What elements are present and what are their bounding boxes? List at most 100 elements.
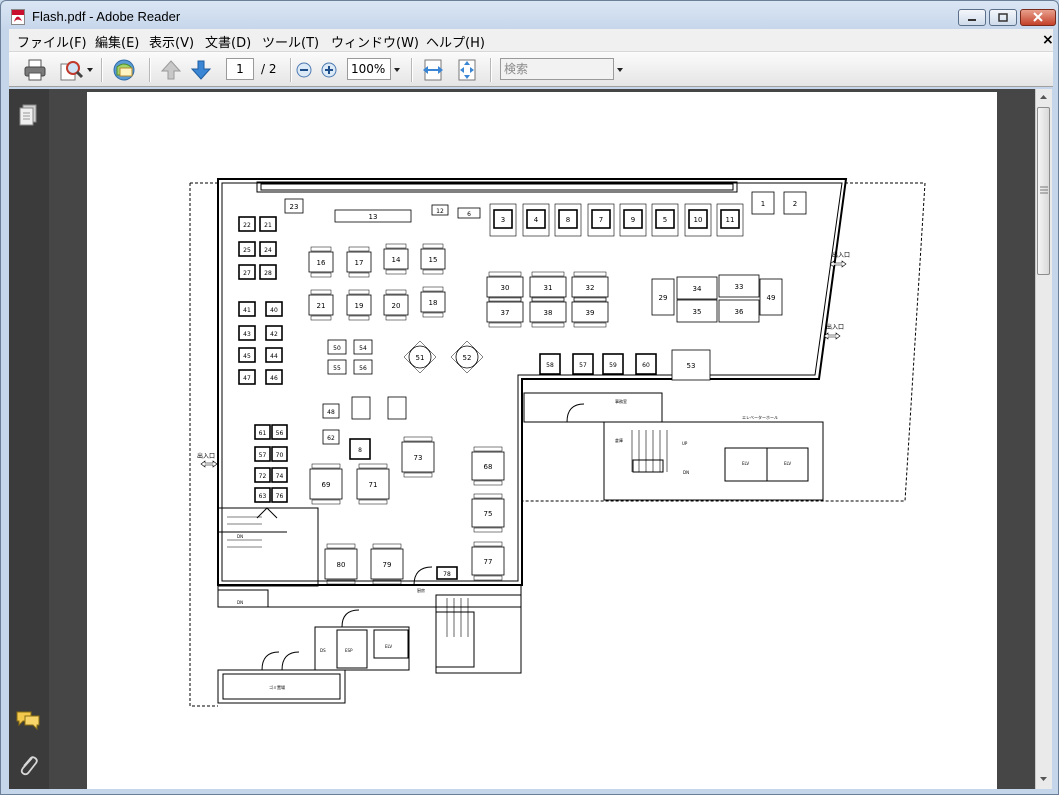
table-number: 63 [259, 493, 267, 500]
chair [326, 543, 356, 549]
menu-help[interactable]: ヘルプ(H) [426, 32, 485, 51]
chair [422, 312, 444, 318]
table-number: 20 [392, 302, 401, 310]
up-label: UP [682, 441, 688, 446]
table-number: 55 [333, 365, 341, 372]
table-number: 22 [243, 222, 251, 229]
minimize-button[interactable] [958, 9, 986, 26]
scroll-down-icon[interactable] [1039, 775, 1048, 783]
table-number: 17 [355, 259, 364, 267]
chair [358, 499, 388, 505]
table-number: 24 [264, 247, 272, 254]
chair [310, 246, 332, 252]
close-button[interactable] [1020, 9, 1056, 26]
chair [348, 246, 370, 252]
search-dropdown-icon[interactable] [617, 68, 623, 72]
next-page-icon[interactable] [189, 58, 213, 82]
pages-icon[interactable] [17, 103, 39, 127]
table-number: 38 [544, 309, 553, 317]
table-number: 5 [663, 216, 667, 224]
table-number: 46 [270, 375, 278, 382]
chair [311, 463, 341, 469]
adobe-pdf-icon [11, 9, 25, 25]
table-number: 72 [259, 473, 267, 480]
table-number: 1 [761, 200, 765, 208]
table-number: 19 [355, 302, 364, 310]
comments-icon[interactable] [15, 709, 41, 731]
title-bar[interactable]: Flash.pdf - Adobe Reader [1, 1, 1058, 31]
page-number-input[interactable]: 1 [226, 58, 254, 80]
grip-icon [1040, 186, 1048, 194]
table-number: 56 [276, 430, 284, 437]
table-number: 31 [544, 284, 553, 292]
table-number: 8 [358, 447, 362, 454]
chair [385, 269, 407, 275]
chair [348, 315, 370, 321]
scroll-thumb[interactable] [1037, 107, 1050, 275]
table-number: 69 [322, 481, 331, 489]
table-number: 53 [687, 362, 696, 370]
table-number: 47 [243, 375, 251, 382]
table-number: 36 [735, 308, 744, 316]
find-icon[interactable] [59, 58, 85, 82]
table-number: 16 [317, 259, 326, 267]
chair [310, 315, 332, 321]
chair [422, 286, 444, 292]
table-number: 21 [317, 302, 326, 310]
table-number: 80 [337, 561, 346, 569]
print-icon[interactable] [23, 58, 47, 82]
table-number: 40 [270, 307, 278, 314]
chair [473, 480, 503, 486]
maximize-button[interactable] [989, 9, 1017, 26]
attachments-icon[interactable] [17, 753, 39, 777]
document-close-button[interactable]: × [1042, 32, 1054, 48]
chair [422, 269, 444, 275]
fit-page-icon[interactable] [455, 58, 479, 82]
chair [422, 243, 444, 249]
menu-bar: ファイル(F) 編集(E) 表示(V) 文書(D) ツール(T) ウィンドウ(W… [9, 29, 1054, 51]
menu-document[interactable]: 文書(D) [205, 32, 251, 51]
menu-view[interactable]: 表示(V) [149, 32, 194, 51]
table-number: 32 [586, 284, 595, 292]
zoom-out-icon[interactable] [295, 61, 313, 79]
zoom-in-icon[interactable] [320, 61, 338, 79]
table-number: 41 [243, 307, 251, 314]
chair [573, 271, 607, 277]
search-input[interactable]: 検索 [500, 58, 614, 80]
table-number: 68 [484, 463, 493, 471]
table-number: 49 [767, 294, 776, 302]
storage-label: 倉庫 [615, 437, 623, 443]
dn-label-3: DN [683, 470, 689, 475]
menu-file[interactable]: ファイル(F) [17, 32, 87, 51]
fit-width-icon[interactable] [421, 58, 445, 82]
dn-label-2: DN [237, 534, 243, 539]
toolbar-separator [101, 58, 103, 82]
chair [573, 297, 607, 303]
chair [310, 272, 332, 278]
menu-window[interactable]: ウィンドウ(W) [331, 32, 419, 51]
find-dropdown-icon[interactable] [87, 68, 93, 72]
table-number: 35 [693, 308, 702, 316]
table-number: 52 [463, 354, 472, 362]
zoom-input[interactable]: 100% [347, 58, 391, 80]
table-number: 2 [793, 200, 797, 208]
menu-tools[interactable]: ツール(T) [262, 32, 319, 51]
table-number: 54 [359, 345, 367, 352]
pdf-page: 3 4 8 7 9 5 10 11 1 2 23 12 6 13 22 21 25 24 27 28 16 17 14 15 2… [87, 92, 997, 789]
table-number: 56 [359, 365, 367, 372]
vertical-scrollbar[interactable] [1035, 89, 1052, 789]
document-viewport[interactable]: 3 4 8 7 9 5 10 11 1 2 23 12 6 13 22 21 25 24 27 28 16 17 14 15 2… [49, 89, 1035, 789]
entrance-arrow-icon [823, 332, 841, 340]
prev-page-icon[interactable] [159, 58, 183, 82]
table-number: 79 [383, 561, 392, 569]
table-number: 45 [243, 353, 251, 360]
scroll-up-icon[interactable] [1039, 93, 1048, 101]
table-number: 59 [609, 362, 617, 369]
entrance-label-right-bottom: 出入口 [826, 323, 844, 331]
email-icon[interactable] [111, 57, 137, 83]
table-number: 6 [467, 211, 471, 218]
menu-edit[interactable]: 編集(E) [95, 32, 139, 51]
zoom-dropdown-icon[interactable] [394, 68, 400, 72]
dn-label-1: DN [237, 600, 243, 605]
table-number: 42 [270, 331, 278, 338]
